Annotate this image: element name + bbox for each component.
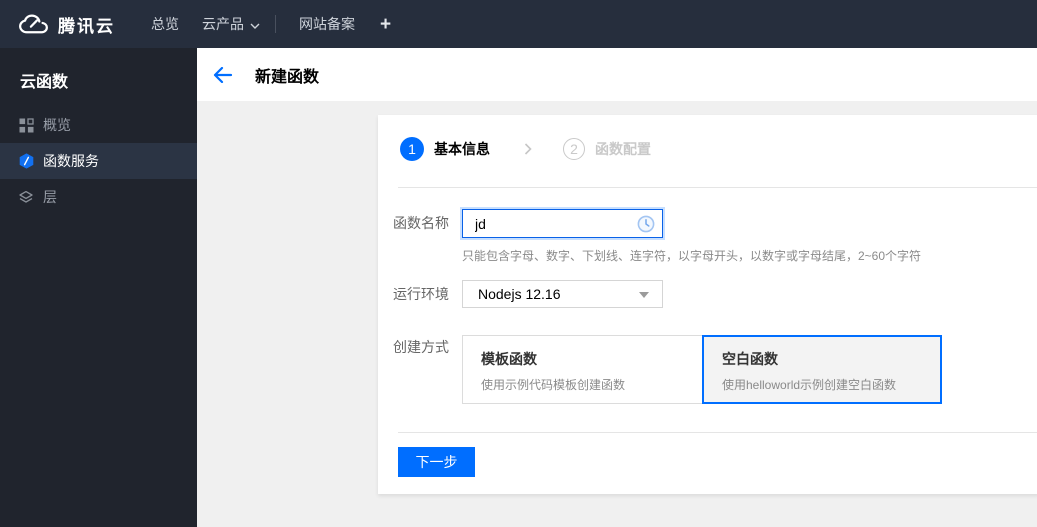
- runtime-row: 运行环境 Nodejs 12.16: [393, 280, 663, 308]
- topbar-separator: [275, 15, 276, 33]
- runtime-selected-value: Nodejs 12.16: [478, 286, 561, 302]
- page-title: 新建函数: [255, 68, 320, 86]
- creation-method-row: 创建方式 模板函数 使用示例代码模板创建函数 空白函数 使用helloworld…: [393, 335, 942, 404]
- sidebar-item-overview[interactable]: 概览: [0, 107, 197, 143]
- sidebar: 云函数 概览 函数服务 层: [0, 48, 197, 527]
- method-card-blank-function[interactable]: 空白函数 使用helloworld示例创建空白函数: [702, 335, 942, 404]
- function-name-label: 函数名称: [393, 215, 449, 231]
- sidebar-item-label: 函数服务: [43, 153, 99, 169]
- method-title: 空白函数: [722, 351, 778, 367]
- next-step-button[interactable]: 下一步: [398, 447, 475, 477]
- function-name-input-wrap: [462, 209, 663, 238]
- scf-hexagon-icon: [17, 152, 35, 170]
- pending-clock-icon: [637, 215, 655, 238]
- wizard-steps: 1 基本信息 2 函数配置: [400, 137, 651, 161]
- step-chevron-icon: [522, 141, 534, 157]
- topnav-cloud-products[interactable]: 云产品: [202, 14, 260, 34]
- topnav-icp-filing[interactable]: 网站备案: [299, 14, 355, 34]
- function-name-row: 函数名称: [393, 209, 663, 238]
- step-1-circle: 1: [400, 137, 424, 161]
- method-card-template-function[interactable]: 模板函数 使用示例代码模板创建函数: [462, 335, 703, 404]
- grid-icon: [17, 116, 35, 134]
- chevron-down-icon: [250, 16, 260, 32]
- footer-divider: [398, 432, 1037, 433]
- sidebar-item-function-service[interactable]: 函数服务: [0, 143, 197, 179]
- tencent-cloud-logo[interactable]: 腾讯云: [18, 12, 115, 37]
- content-background: 1 基本信息 2 函数配置 函数名称 jd 只能包含字母、数字、下划线、连字符，…: [197, 101, 1037, 527]
- add-tab-button[interactable]: +: [380, 15, 391, 34]
- layers-icon: [17, 188, 35, 206]
- function-name-help-text: 只能包含字母、数字、下划线、连字符，以字母开头，以数字或字母结尾，2~60个字符: [462, 249, 922, 263]
- main-area: 新建函数 1 基本信息 2 函数配置 函数名称 jd 只能包含字母、数字、下划线…: [197, 48, 1037, 527]
- sidebar-item-label: 层: [43, 189, 57, 205]
- function-name-input[interactable]: [463, 210, 662, 237]
- step-1-label: 基本信息: [434, 141, 490, 157]
- top-navigation-bar: 腾讯云 总览 云产品 网站备案 +: [0, 0, 1037, 48]
- topnav-overview[interactable]: 总览: [151, 14, 179, 34]
- page-header: 新建函数: [197, 48, 1037, 101]
- steps-divider: [398, 187, 1037, 188]
- method-description: 使用示例代码模板创建函数: [481, 378, 626, 392]
- sidebar-item-label: 概览: [43, 117, 71, 133]
- sidebar-item-layers[interactable]: 层: [0, 179, 197, 215]
- creation-method-label: 创建方式: [393, 339, 449, 355]
- runtime-label: 运行环境: [393, 286, 449, 302]
- create-function-card: 1 基本信息 2 函数配置 函数名称 jd 只能包含字母、数字、下划线、连字符，…: [378, 115, 1037, 494]
- step-2-circle: 2: [563, 138, 585, 160]
- select-caret-icon: [639, 292, 649, 298]
- cloud-logo-icon: [18, 13, 49, 36]
- sidebar-product-title: 云函数: [20, 74, 69, 91]
- step-2-label: 函数配置: [595, 141, 651, 157]
- runtime-select[interactable]: Nodejs 12.16: [462, 280, 663, 308]
- back-arrow-icon[interactable]: [213, 66, 235, 84]
- method-description: 使用helloworld示例创建空白函数: [722, 378, 897, 392]
- creation-method-options: 模板函数 使用示例代码模板创建函数 空白函数 使用helloworld示例创建空…: [462, 335, 942, 404]
- method-title: 模板函数: [481, 351, 537, 367]
- logo-text: 腾讯云: [58, 16, 115, 36]
